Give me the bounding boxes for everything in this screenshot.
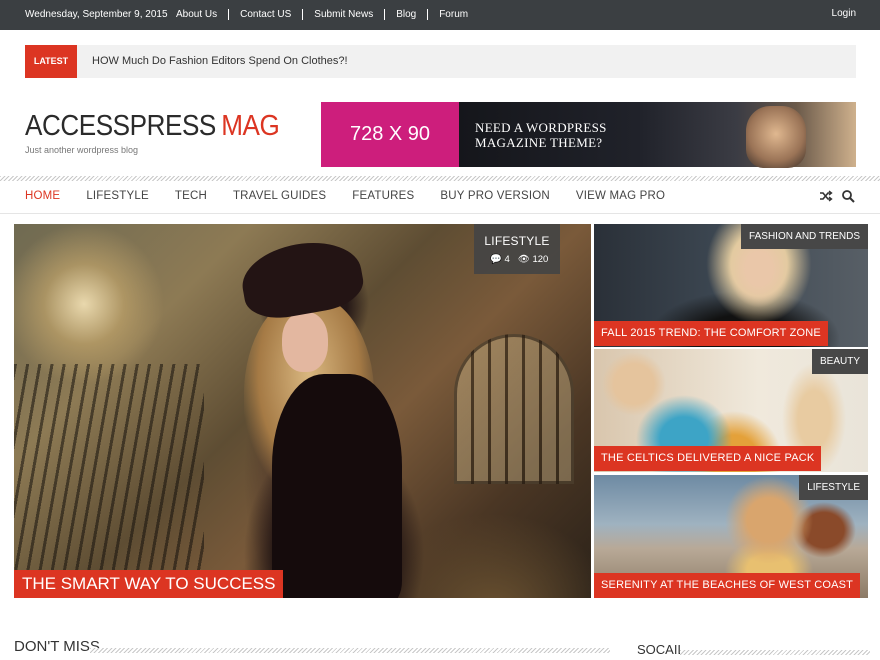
banner-text: NEED A WORDPRESS MAGAZINE THEME? bbox=[475, 120, 607, 150]
site-name-part2: MAG bbox=[221, 110, 280, 142]
nav-item-view-mag-pro[interactable]: VIEW MAG PRO bbox=[576, 190, 665, 202]
top-link-submit-news[interactable]: Submit News bbox=[302, 9, 384, 20]
banner-size-label: 728 X 90 bbox=[321, 102, 459, 167]
nav-bottom-border bbox=[0, 213, 880, 214]
hero-doorway bbox=[454, 334, 574, 484]
nav-item-lifestyle[interactable]: LIFESTYLE bbox=[86, 190, 149, 202]
banner-promo: NEED A WORDPRESS MAGAZINE THEME? bbox=[459, 102, 856, 168]
featured-category-badge[interactable]: LIFESTYLE 💬 4 👁 120 bbox=[474, 224, 560, 274]
top-bar: Wednesday, September 9, 2015 About Us Co… bbox=[0, 0, 880, 30]
banner-model-image bbox=[746, 106, 806, 168]
side-post-title[interactable]: THE CELTICS DELIVERED A NICE PACK bbox=[594, 446, 822, 471]
hero-staircase bbox=[14, 364, 204, 594]
side-post-category[interactable]: FASHION AND TRENDS bbox=[741, 224, 868, 249]
section-heading-dont-miss: DON'T MISS bbox=[14, 638, 100, 655]
current-date: Wednesday, September 9, 2015 bbox=[25, 9, 168, 20]
site-tagline: Just another wordpress blog bbox=[25, 145, 139, 155]
nav-item-home[interactable]: HOME bbox=[25, 190, 60, 202]
hero-model-hat bbox=[236, 234, 368, 324]
nav-icons bbox=[819, 189, 855, 208]
side-post-category[interactable]: BEAUTY bbox=[811, 349, 868, 374]
nav-item-travel-guides[interactable]: TRAVEL GUIDES bbox=[233, 190, 326, 202]
side-post-category[interactable]: LIFESTYLE bbox=[799, 475, 868, 500]
featured-post[interactable]: LIFESTYLE 💬 4 👁 120 THE SMART WAY TO SUC… bbox=[14, 224, 591, 598]
side-post[interactable]: LIFESTYLE SERENITY AT THE BEACHES OF WES… bbox=[594, 475, 868, 598]
shuffle-icon[interactable] bbox=[819, 189, 833, 208]
top-nav: About Us Contact US Submit News Blog For… bbox=[165, 9, 479, 20]
top-link-contact[interactable]: Contact US bbox=[228, 9, 302, 20]
header-banner-ad[interactable]: 728 X 90 NEED A WORDPRESS MAGAZINE THEME… bbox=[321, 102, 856, 168]
nav-divider bbox=[0, 176, 880, 181]
latest-badge: LATEST bbox=[25, 45, 77, 78]
top-link-forum[interactable]: Forum bbox=[427, 9, 479, 20]
site-logo[interactable]: ACCESSPRESS MAG bbox=[25, 110, 280, 143]
nav-item-tech[interactable]: TECH bbox=[175, 190, 207, 202]
section-divider bbox=[90, 648, 610, 653]
top-link-blog[interactable]: Blog bbox=[384, 9, 427, 20]
featured-category: LIFESTYLE bbox=[484, 234, 550, 248]
views-count: 👁 120 bbox=[517, 254, 549, 265]
comments-count: 💬 4 bbox=[490, 254, 510, 265]
hero-model-face bbox=[282, 312, 328, 372]
side-post-title[interactable]: FALL 2015 TREND: THE COMFORT ZONE bbox=[594, 321, 828, 346]
top-link-about[interactable]: About Us bbox=[165, 9, 228, 20]
comment-icon: 💬 bbox=[490, 254, 502, 265]
section-heading-social: SOCAIL bbox=[637, 642, 685, 657]
side-post[interactable]: BEAUTY THE CELTICS DELIVERED A NICE PACK bbox=[594, 349, 868, 472]
nav-item-buy-pro[interactable]: BUY PRO VERSION bbox=[440, 190, 550, 202]
ticker-headline[interactable]: HOW Much Do Fashion Editors Spend On Clo… bbox=[92, 55, 348, 67]
latest-ticker: LATEST HOW Much Do Fashion Editors Spend… bbox=[25, 45, 856, 78]
main-nav: HOME LIFESTYLE TECH TRAVEL GUIDES FEATUR… bbox=[25, 190, 691, 202]
section-divider bbox=[680, 650, 870, 655]
eye-icon: 👁 bbox=[517, 254, 530, 265]
search-icon[interactable] bbox=[841, 189, 855, 208]
hero-model-body bbox=[272, 374, 402, 598]
nav-item-features[interactable]: FEATURES bbox=[352, 190, 414, 202]
login-link[interactable]: Login bbox=[832, 8, 856, 19]
featured-stats: 💬 4 👁 120 bbox=[490, 254, 548, 265]
side-post[interactable]: FASHION AND TRENDS FALL 2015 TREND: THE … bbox=[594, 224, 868, 347]
side-post-title[interactable]: SERENITY AT THE BEACHES OF WEST COAST bbox=[594, 573, 861, 598]
site-name-part1: ACCESSPRESS bbox=[25, 110, 216, 142]
featured-title[interactable]: THE SMART WAY TO SUCCESS bbox=[14, 570, 284, 598]
